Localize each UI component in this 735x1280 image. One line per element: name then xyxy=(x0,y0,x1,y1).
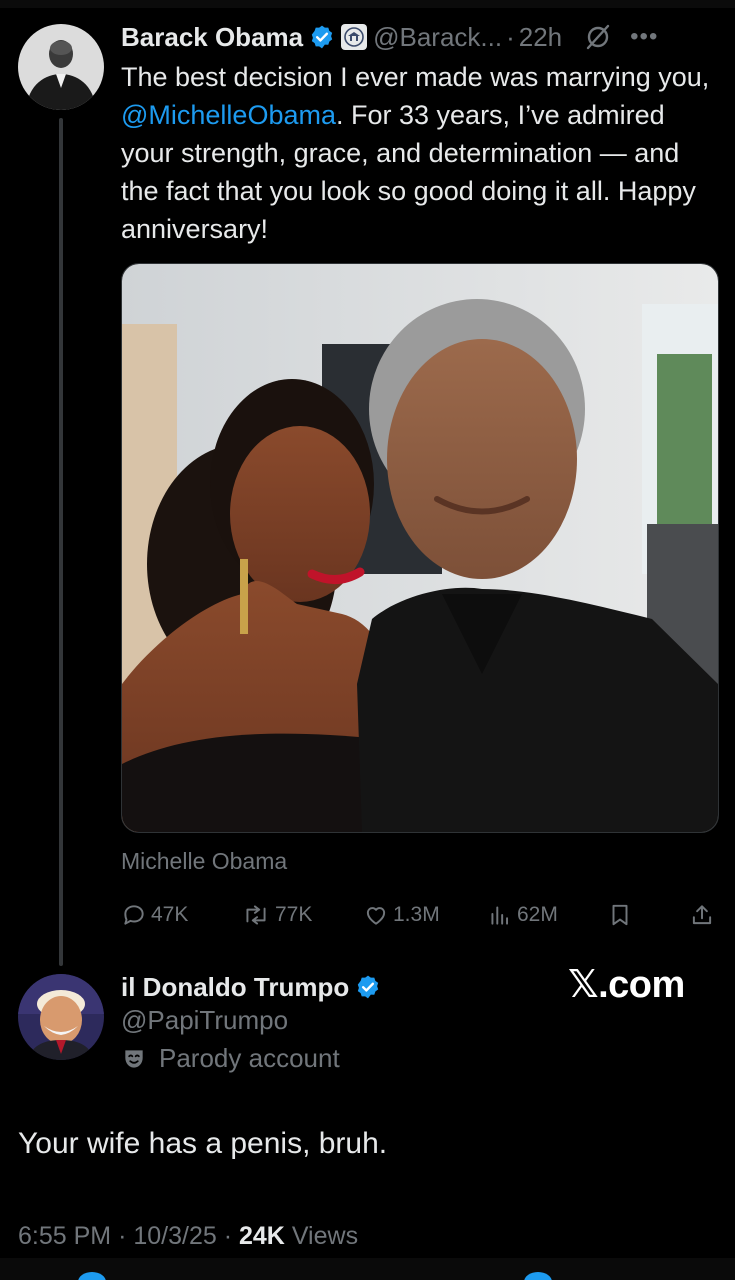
obama-avatar[interactable] xyxy=(18,24,104,110)
bottom-bar xyxy=(0,1258,735,1280)
repost-button[interactable]: 77K xyxy=(241,897,312,933)
heart-icon xyxy=(366,907,386,925)
reply-icon xyxy=(124,905,144,925)
parody-label-text: Parody account xyxy=(159,1043,340,1073)
government-seal-icon[interactable] xyxy=(341,24,368,50)
reply-button[interactable]: 47K xyxy=(121,897,188,933)
verified-badge-icon[interactable] xyxy=(309,24,335,50)
bookmark-button[interactable] xyxy=(607,897,637,933)
tagged-people[interactable]: Michelle Obama xyxy=(121,848,287,875)
analytics-icon xyxy=(491,906,509,925)
views-label: Views xyxy=(291,1222,359,1250)
share-icon xyxy=(692,905,712,925)
like-button[interactable]: 1.3M xyxy=(363,897,440,933)
author-name[interactable]: Barack Obama xyxy=(121,22,303,53)
meta-separator: · xyxy=(118,1222,134,1250)
reply-author-name[interactable]: il Donaldo Trumpo xyxy=(121,972,349,1003)
reply-body: Your wife has a penis, bruh. xyxy=(18,1127,388,1160)
views-button[interactable]: 62M xyxy=(487,897,558,933)
reply-author-handle[interactable]: @PapiTrumpo xyxy=(121,1005,288,1036)
engagement-bar: 47K 77K 1.3M 62M xyxy=(121,897,721,933)
share-button[interactable] xyxy=(689,897,719,933)
verified-badge-icon[interactable] xyxy=(355,974,381,1000)
repost-count: 77K xyxy=(275,903,313,926)
top-divider xyxy=(0,0,735,8)
repost-icon xyxy=(246,905,266,925)
trumpo-avatar[interactable] xyxy=(18,974,104,1060)
post-metadata: 6:55 PM · 10/3/25 · 24K Views xyxy=(18,1222,358,1251)
tweet-text-part-1: The best decision I ever made was marryi… xyxy=(121,62,710,92)
separator-dot: · xyxy=(506,21,515,52)
mention-link[interactable]: @MichelleObama xyxy=(121,100,336,130)
post-detail-page: Barack Obama @Barack... · 22h ••• The be… xyxy=(0,0,735,1280)
post-timestamp[interactable]: 6:55 PM xyxy=(18,1222,111,1250)
reply-count: 47K xyxy=(151,903,189,926)
post-time[interactable]: 22h xyxy=(519,22,562,53)
reply-header: il Donaldo Trumpo xyxy=(121,968,381,1006)
post-date[interactable]: 10/3/25 xyxy=(133,1222,216,1250)
theater-mask-icon xyxy=(125,1049,143,1068)
thread-connector-line xyxy=(59,118,63,966)
x-com-watermark: 𝕏.com xyxy=(568,964,685,1006)
original-tweet-header: Barack Obama @Barack... · 22h ••• xyxy=(121,18,721,56)
tweet-body: The best decision I ever made was marryi… xyxy=(121,58,711,248)
more-icon[interactable]: ••• xyxy=(630,25,658,49)
bookmark-icon xyxy=(612,904,628,926)
grok-icon[interactable] xyxy=(584,23,612,51)
views-count: 62M xyxy=(517,903,558,926)
like-count: 1.3M xyxy=(393,903,440,926)
parody-label: Parody account xyxy=(121,1043,340,1074)
views-total: 24K xyxy=(239,1222,285,1250)
meta-separator: · xyxy=(223,1222,239,1250)
author-handle[interactable]: @Barack... xyxy=(373,22,502,53)
tweet-photo[interactable] xyxy=(121,263,719,833)
